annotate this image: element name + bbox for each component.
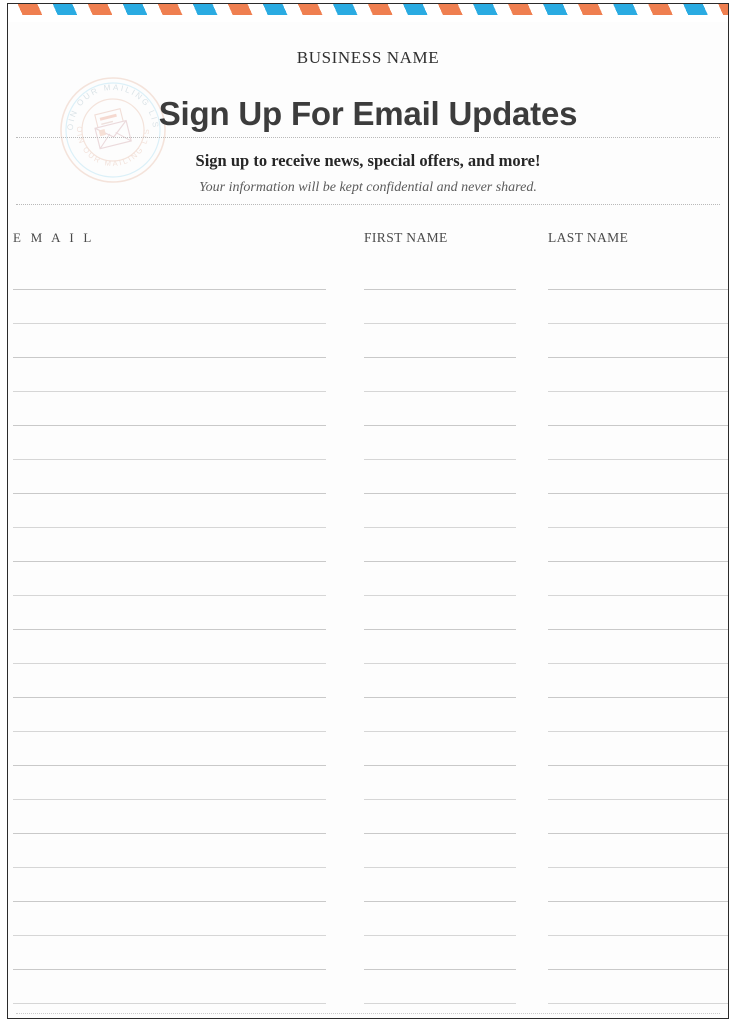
business-name: BUSINESS NAME	[296, 48, 440, 67]
last-name-write-lines[interactable]	[548, 256, 728, 1004]
write-line[interactable]	[548, 324, 728, 358]
write-line[interactable]	[13, 936, 326, 970]
write-line[interactable]	[364, 936, 516, 970]
write-line[interactable]	[364, 834, 516, 868]
write-line[interactable]	[13, 766, 326, 800]
write-line[interactable]	[13, 324, 326, 358]
first-name-write-lines[interactable]	[364, 256, 516, 1004]
column-header-last-name: LAST NAME	[548, 230, 629, 245]
write-line[interactable]	[13, 664, 326, 698]
write-line[interactable]	[548, 936, 728, 970]
write-line[interactable]	[13, 868, 326, 902]
write-line[interactable]	[548, 698, 728, 732]
write-line[interactable]	[548, 290, 728, 324]
column-header-first-name: FIRST NAME	[364, 230, 448, 245]
write-line[interactable]	[548, 426, 728, 460]
write-line[interactable]	[13, 562, 326, 596]
write-line[interactable]	[13, 970, 326, 1004]
write-line[interactable]	[548, 562, 728, 596]
write-line[interactable]	[13, 460, 326, 494]
signup-sheet-page: JOIN OUR MAILING LIST JOIN OUR MAILING L…	[0, 0, 736, 1023]
write-line[interactable]	[548, 834, 728, 868]
write-line[interactable]	[13, 834, 326, 868]
write-line[interactable]	[13, 596, 326, 630]
write-line[interactable]	[364, 970, 516, 1004]
write-line[interactable]	[13, 392, 326, 426]
privacy-disclaimer: Your information will be kept confidenti…	[199, 180, 537, 195]
write-line[interactable]	[548, 596, 728, 630]
write-line[interactable]	[13, 528, 326, 562]
write-line[interactable]	[13, 426, 326, 460]
write-line[interactable]	[13, 358, 326, 392]
write-line[interactable]	[548, 970, 728, 1004]
write-line[interactable]	[364, 392, 516, 426]
write-line[interactable]	[548, 392, 728, 426]
header-divider-top	[16, 137, 720, 139]
printable-sheet: JOIN OUR MAILING LIST JOIN OUR MAILING L…	[7, 3, 729, 1019]
write-line[interactable]	[548, 902, 728, 936]
write-line[interactable]	[364, 800, 516, 834]
write-line[interactable]	[13, 630, 326, 664]
write-line[interactable]	[548, 494, 728, 528]
write-line[interactable]	[364, 426, 516, 460]
page-title: Sign Up For Email Updates	[158, 95, 578, 133]
write-line[interactable]	[364, 562, 516, 596]
write-line[interactable]	[364, 902, 516, 936]
column-header-email: E M A I L	[13, 230, 95, 245]
write-line[interactable]	[364, 732, 516, 766]
write-line[interactable]	[13, 732, 326, 766]
write-line[interactable]	[548, 732, 728, 766]
write-line[interactable]	[548, 630, 728, 664]
write-line[interactable]	[364, 358, 516, 392]
sheet-header: JOIN OUR MAILING LIST JOIN OUR MAILING L…	[8, 22, 728, 205]
airmail-stripe-mask	[8, 15, 728, 22]
signup-form-area: E M A I L FIRST NAME LAST NAME	[8, 204, 728, 1018]
write-line[interactable]	[13, 800, 326, 834]
write-line[interactable]	[548, 528, 728, 562]
column-last-name: LAST NAME	[548, 204, 728, 1018]
write-line[interactable]	[13, 290, 326, 324]
write-line[interactable]	[548, 460, 728, 494]
write-line[interactable]	[548, 664, 728, 698]
write-line[interactable]	[364, 630, 516, 664]
write-line[interactable]	[364, 868, 516, 902]
column-first-name: FIRST NAME	[364, 204, 516, 1018]
write-line[interactable]	[364, 766, 516, 800]
write-line[interactable]	[13, 494, 326, 528]
write-line[interactable]	[364, 596, 516, 630]
write-line[interactable]	[548, 868, 728, 902]
write-line[interactable]	[364, 698, 516, 732]
email-write-lines[interactable]	[13, 256, 326, 1004]
write-line[interactable]	[13, 902, 326, 936]
column-email: E M A I L	[13, 204, 326, 1018]
write-line[interactable]	[13, 698, 326, 732]
write-line[interactable]	[548, 766, 728, 800]
write-line[interactable]	[364, 460, 516, 494]
write-line[interactable]	[364, 494, 516, 528]
write-line[interactable]	[548, 358, 728, 392]
write-line[interactable]	[364, 256, 516, 290]
write-line[interactable]	[548, 256, 728, 290]
write-line[interactable]	[364, 528, 516, 562]
write-line[interactable]	[364, 290, 516, 324]
write-line[interactable]	[364, 664, 516, 698]
write-line[interactable]	[13, 256, 326, 290]
page-subtitle: Sign up to receive news, special offers,…	[195, 151, 541, 170]
write-line[interactable]	[548, 800, 728, 834]
write-line[interactable]	[364, 324, 516, 358]
sheet-bottom-divider	[16, 1013, 720, 1015]
airmail-stripe-border	[8, 4, 728, 22]
